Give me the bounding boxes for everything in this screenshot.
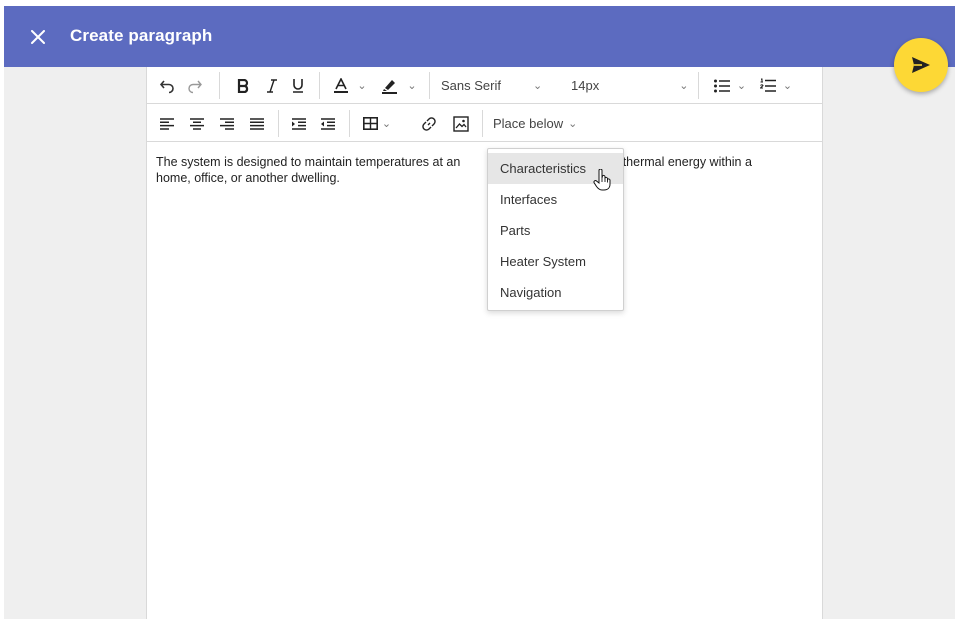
toolbar-separator <box>219 72 220 99</box>
paragraph-text-line-2: home, office, or another dwelling. <box>156 171 340 185</box>
toolbar-separator <box>278 110 279 137</box>
numbered-list-icon <box>759 78 776 92</box>
chevron-down-icon: ⌄ <box>782 80 793 92</box>
chevron-down-icon: ⌄ <box>568 118 578 130</box>
align-center-button[interactable] <box>186 105 208 142</box>
place-below-label: Place below <box>493 116 564 131</box>
font-size-value: 14px <box>571 78 600 93</box>
align-right-button[interactable] <box>216 105 238 142</box>
align-justify-icon <box>250 117 264 130</box>
numbered-list-button[interactable]: ⌄ <box>753 67 799 104</box>
place-below-select[interactable]: Place below ⌄ <box>493 105 589 142</box>
redo-icon <box>188 80 202 93</box>
toolbar-separator <box>698 72 699 99</box>
hand-pointer-icon <box>593 169 611 191</box>
toolbar-separator <box>319 72 320 99</box>
italic-button[interactable] <box>260 67 284 104</box>
chevron-down-icon: ⌄ <box>381 118 392 130</box>
text-color-button[interactable]: ⌄ <box>329 67 371 104</box>
font-size-select[interactable]: 14px ⌄ <box>571 67 697 104</box>
align-justify-button[interactable] <box>246 105 268 142</box>
font-family-select[interactable]: Sans Serif ⌄ <box>441 67 561 104</box>
outdent-icon <box>321 117 335 130</box>
dropdown-item-navigation[interactable]: Navigation <box>488 277 623 308</box>
align-right-icon <box>220 117 234 130</box>
outdent-button[interactable] <box>317 105 339 142</box>
highlighter-icon <box>382 79 398 94</box>
toolbar-row-1: ⌄ ⌄ Sans Serif ⌄ 14px ⌄ ⌄ ⌄ <box>147 67 822 104</box>
dialog-header: Create paragraph <box>4 6 955 67</box>
bullet-list-icon <box>713 79 730 92</box>
dialog-title: Create paragraph <box>70 26 213 45</box>
toolbar-row-2: ⌄ Place below ⌄ <box>147 105 822 142</box>
dropdown-item-heater-system[interactable]: Heater System <box>488 246 623 277</box>
bullet-list-button[interactable]: ⌄ <box>707 67 753 104</box>
dialog-frame: Create paragraph ⌄ ⌄ Sans Serif ⌄ 14px ⌄… <box>4 6 955 619</box>
chevron-down-icon: ⌄ <box>532 80 543 92</box>
toolbar-separator <box>429 72 430 99</box>
paragraph-text-part-1: The system is designed to maintain tempe… <box>156 155 461 169</box>
send-button[interactable] <box>894 38 948 92</box>
insert-image-button[interactable] <box>449 105 473 142</box>
insert-link-button[interactable] <box>417 105 441 142</box>
indent-icon <box>292 117 306 130</box>
image-icon <box>453 115 469 132</box>
font-family-value: Sans Serif <box>441 78 501 93</box>
align-left-icon <box>160 117 174 130</box>
chevron-down-icon: ⌄ <box>736 80 747 92</box>
underline-icon <box>293 79 303 93</box>
chevron-down-icon: ⌄ <box>357 80 367 92</box>
editor-content[interactable]: The system is designed to maintain tempe… <box>156 154 806 186</box>
align-center-icon <box>190 117 204 130</box>
toolbar-separator <box>482 110 483 137</box>
table-icon <box>362 117 378 130</box>
send-icon <box>912 57 930 73</box>
chevron-down-icon: ⌄ <box>407 80 417 92</box>
highlight-color-button[interactable]: ⌄ <box>377 67 421 104</box>
bold-icon <box>237 78 249 93</box>
bold-button[interactable] <box>231 67 255 104</box>
undo-icon <box>159 79 174 93</box>
redo-button[interactable] <box>183 67 207 104</box>
indent-button[interactable] <box>288 105 310 142</box>
close-button[interactable] <box>26 25 50 49</box>
chevron-down-icon: ⌄ <box>679 80 689 92</box>
dropdown-item-parts[interactable]: Parts <box>488 215 623 246</box>
insert-table-button[interactable]: ⌄ <box>359 105 395 142</box>
italic-icon <box>267 78 277 93</box>
text-color-icon <box>334 77 349 93</box>
rich-text-editor: ⌄ ⌄ Sans Serif ⌄ 14px ⌄ ⌄ ⌄ ⌄ Place belo… <box>146 67 823 619</box>
underline-button[interactable] <box>286 67 310 104</box>
toolbar-separator <box>349 110 350 137</box>
close-icon <box>31 30 45 44</box>
align-left-button[interactable] <box>156 105 178 142</box>
paragraph-text-part-2: ng thermal energy within a <box>605 155 752 169</box>
link-icon <box>422 116 436 131</box>
undo-button[interactable] <box>155 67 179 104</box>
